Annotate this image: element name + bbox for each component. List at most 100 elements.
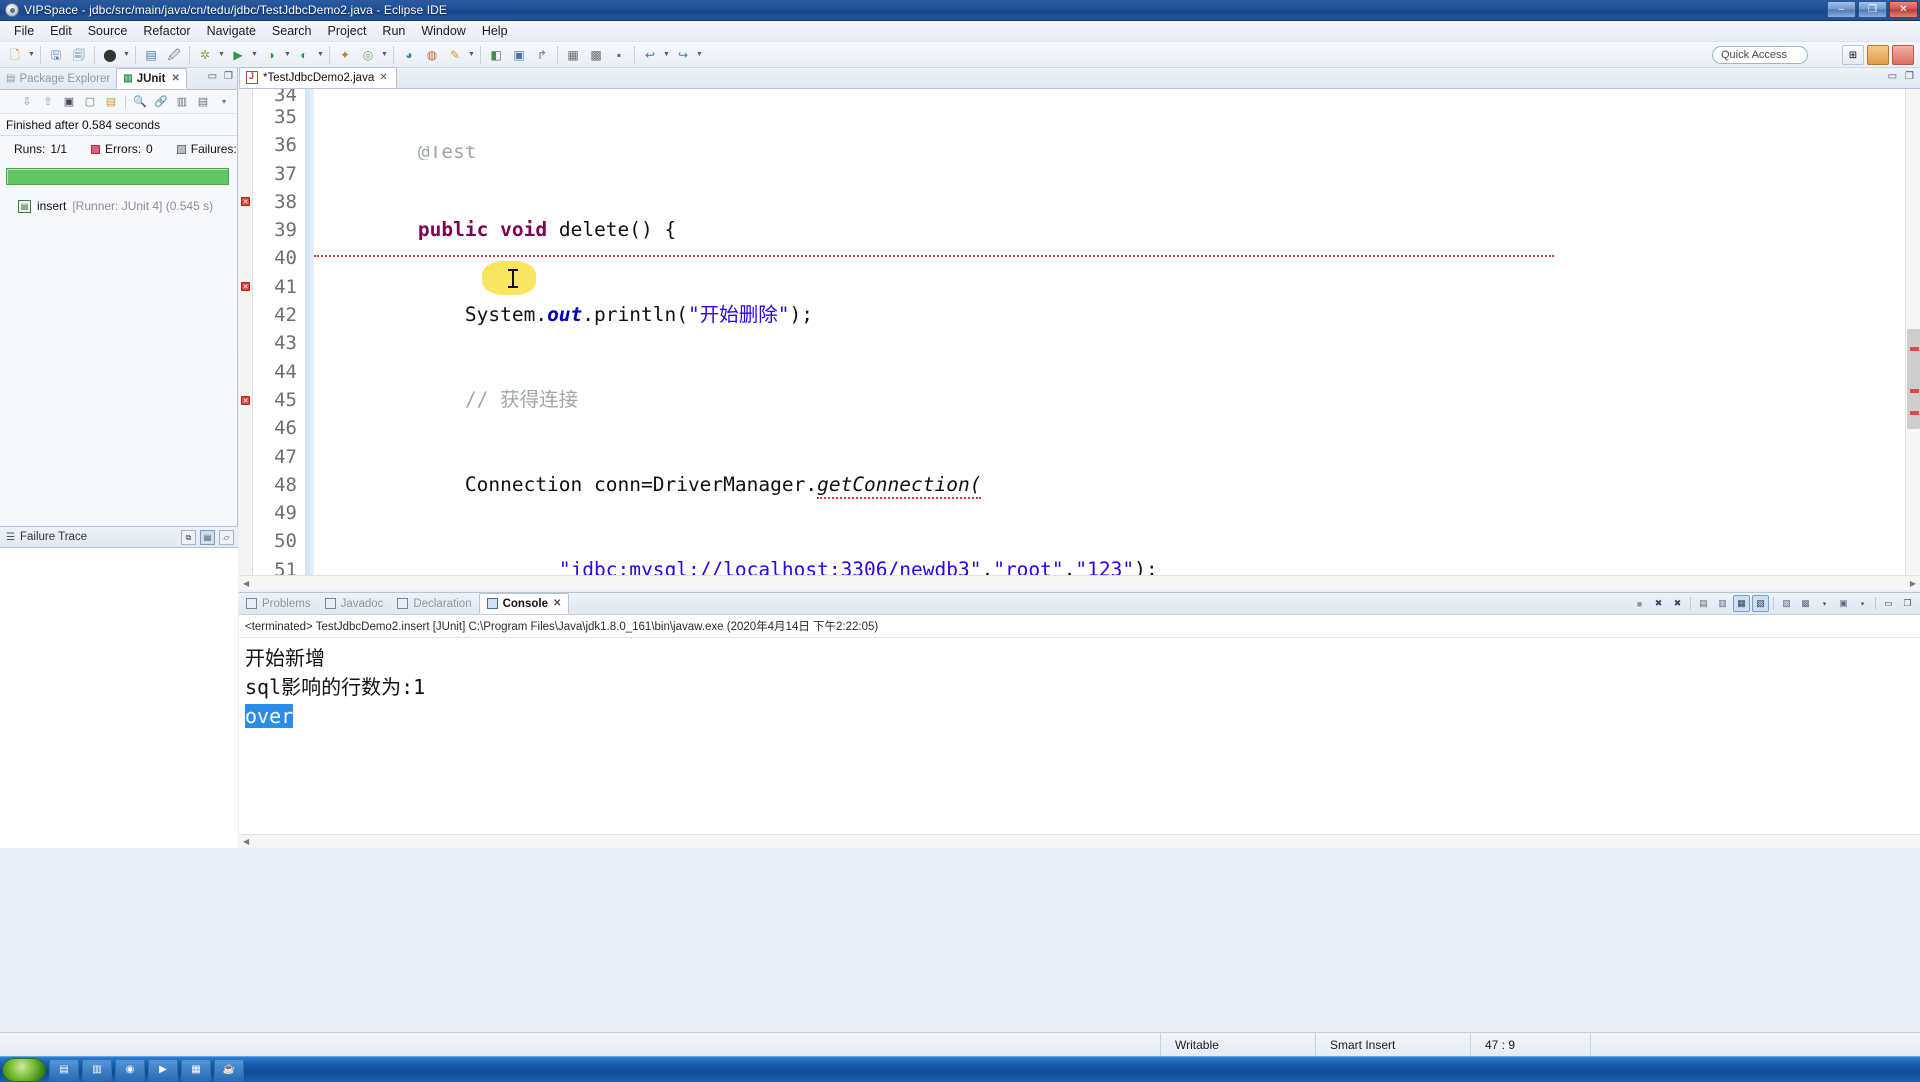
open-console-caret-icon[interactable]: ▾ (1854, 595, 1871, 612)
previous-failure-icon[interactable]: ⇧ (39, 93, 57, 111)
menu-file[interactable]: File (6, 22, 42, 40)
rerun-test-icon[interactable]: ▤ (102, 93, 120, 111)
quick-access-field[interactable]: Quick Access (1712, 46, 1808, 64)
search-button[interactable]: ◍ (421, 44, 443, 66)
history-icon[interactable]: ▥ (173, 93, 191, 111)
code-line-35[interactable]: public void delete() { (324, 216, 1920, 244)
run-button[interactable]: ▶ (227, 44, 249, 66)
taskbar-item-1[interactable]: ▤ (49, 1058, 79, 1081)
show-failures-only-icon[interactable]: 🔍 (131, 93, 149, 111)
open-perspective-icon[interactable]: ⊞ (1842, 45, 1864, 65)
external-tools-caret-icon[interactable]: ▼ (316, 44, 325, 66)
code-line-34[interactable]: @Test (324, 146, 1920, 160)
terminate-icon[interactable]: ■ (1631, 595, 1648, 612)
open-type-button[interactable]: ◕ (398, 44, 420, 66)
error-marker-line-41[interactable]: ✕ (241, 282, 251, 292)
menu-refactor[interactable]: Refactor (135, 22, 198, 40)
scroll-right-icon[interactable]: ▶ (1906, 579, 1920, 588)
code-line-37[interactable]: // 获得连接 (324, 386, 1920, 414)
java-perspective-icon[interactable] (1867, 45, 1889, 65)
print-button[interactable]: ⬤ (99, 44, 121, 66)
taskbar-item-3[interactable]: ◉ (115, 1058, 145, 1081)
compare-result-icon[interactable]: ⧉ (181, 530, 196, 545)
tab-junit[interactable]: ▥ JUnit ✕ (116, 68, 187, 89)
clear-console-icon[interactable]: ▤ (1695, 595, 1712, 612)
taskbar-item-5[interactable]: ▦ (181, 1058, 211, 1081)
tab-problems[interactable]: Problems (239, 593, 318, 614)
tab-declaration[interactable]: Declaration (390, 593, 478, 614)
editor-button[interactable]: ▣ (508, 44, 530, 66)
minimize-icon[interactable]: ▭ (1880, 595, 1897, 612)
editor-body[interactable]: ✕ ✕ ✕ 34 35 36 37 38 39 40 41 42 43 44 4… (239, 89, 1920, 590)
new-wizard-caret-icon[interactable]: ▼ (27, 44, 36, 66)
menu-source[interactable]: Source (80, 22, 136, 40)
console-horizontal-scrollbar[interactable]: ◀ (239, 834, 1920, 848)
new-java-file-button[interactable]: ▤ (140, 44, 162, 66)
taskbar-item-6[interactable]: ☕ (214, 1058, 244, 1081)
open-perspective-button[interactable]: ◧ (485, 44, 507, 66)
scroll-lock-icon[interactable]: 🔗 (152, 93, 170, 111)
editor-tab-testjdbcdemo2[interactable]: *TestJdbcDemo2.java ✕ (239, 67, 397, 88)
junit-test-node[interactable]: ▤ insert [Runner: JUnit 4] (0.545 s) (0, 197, 237, 215)
view-menu-caret-icon[interactable]: ▾ (215, 93, 233, 111)
save-button[interactable]: 🖫 (45, 44, 67, 66)
external-tools-button[interactable]: ◐ (293, 44, 315, 66)
filter-stack-trace-icon[interactable]: ▤ (200, 530, 215, 545)
new-package-caret-icon[interactable]: ▼ (380, 44, 389, 66)
overview-error-marker[interactable] (1910, 347, 1919, 351)
start-button[interactable] (2, 1057, 46, 1082)
forward-button[interactable]: ↪ (672, 44, 694, 66)
close-icon[interactable]: ✕ (379, 72, 387, 83)
tab-package-explorer[interactable]: ▤ Package Explorer (0, 68, 116, 89)
taskbar-item-2[interactable]: ▥ (82, 1058, 112, 1081)
close-icon[interactable]: ✕ (553, 598, 561, 609)
pin-editor-button[interactable]: ▪ (608, 44, 630, 66)
minimize-button[interactable]: – (1827, 1, 1856, 18)
editor-annotation-ruler[interactable]: ✕ ✕ ✕ (239, 89, 253, 590)
close-button[interactable]: ✕ (1889, 1, 1918, 18)
pin-console-icon[interactable]: ▨ (1778, 595, 1795, 612)
minimize-icon[interactable]: ▭ (208, 71, 217, 82)
next-annotation-button[interactable]: ▦ (562, 44, 584, 66)
menu-window[interactable]: Window (413, 22, 473, 40)
run-coverage-button[interactable]: ◑ (260, 44, 282, 66)
menu-project[interactable]: Project (320, 22, 375, 40)
maximize-icon[interactable]: ❐ (1899, 595, 1916, 612)
debug-caret-icon[interactable]: ▼ (217, 44, 226, 66)
debug-perspective-icon[interactable] (1892, 45, 1914, 65)
debug-button[interactable]: ✲ (194, 44, 216, 66)
new-package-button[interactable]: ◎ (357, 44, 379, 66)
last-edit-location-button[interactable]: ✎ (444, 44, 466, 66)
code-line-38[interactable]: Connection conn=DriverManager.getConnect… (324, 471, 1920, 499)
menu-help[interactable]: Help (474, 22, 516, 40)
remove-launch-icon[interactable]: ✖ (1650, 595, 1667, 612)
taskbar-item-4[interactable]: ▶ (148, 1058, 178, 1081)
previous-annotation-button[interactable]: ▩ (585, 44, 607, 66)
new-class-button[interactable]: ✦ (334, 44, 356, 66)
scroll-left-icon[interactable]: ◀ (239, 835, 1920, 849)
close-icon[interactable]: ✕ (171, 73, 179, 84)
rerun-failed-tests-icon[interactable]: ▣ (60, 93, 78, 111)
editor-folding-column[interactable] (305, 89, 314, 590)
console-output[interactable]: 开始新增 sql影响的行数为:1 over (239, 638, 1920, 731)
tab-console[interactable]: Console ✕ (478, 593, 570, 614)
word-wrap-icon[interactable]: ▦ (1733, 595, 1750, 612)
failure-trace-view-menu-icon[interactable]: ▱ (219, 530, 234, 545)
open-console-icon[interactable]: ▣ (1835, 595, 1852, 612)
editor-code[interactable]: @Test public void delete() { System.out.… (314, 89, 1920, 590)
error-marker-line-38[interactable]: ✕ (241, 197, 251, 207)
print-caret-icon[interactable]: ▼ (122, 44, 131, 66)
display-selected-console-icon[interactable]: ▩ (1797, 595, 1814, 612)
editor-vertical-scrollbar[interactable] (1905, 89, 1920, 575)
minimize-icon[interactable]: ▭ (1888, 71, 1897, 82)
menu-run[interactable]: Run (374, 22, 413, 40)
editor-horizontal-scrollbar[interactable]: ◀ ▶ (239, 575, 1920, 590)
display-selected-console-caret-icon[interactable]: ▾ (1816, 595, 1833, 612)
error-marker-line-45[interactable]: ✕ (241, 396, 251, 406)
tab-javadoc[interactable]: Javadoc (318, 593, 391, 614)
toggle-mark-occurrences-button[interactable]: 🖉 (163, 44, 185, 66)
last-edit-caret-icon[interactable]: ▼ (467, 44, 476, 66)
next-edit-button[interactable]: ↱ (531, 44, 553, 66)
remove-all-terminated-icon[interactable]: ✖ (1669, 595, 1686, 612)
menu-edit[interactable]: Edit (42, 22, 80, 40)
